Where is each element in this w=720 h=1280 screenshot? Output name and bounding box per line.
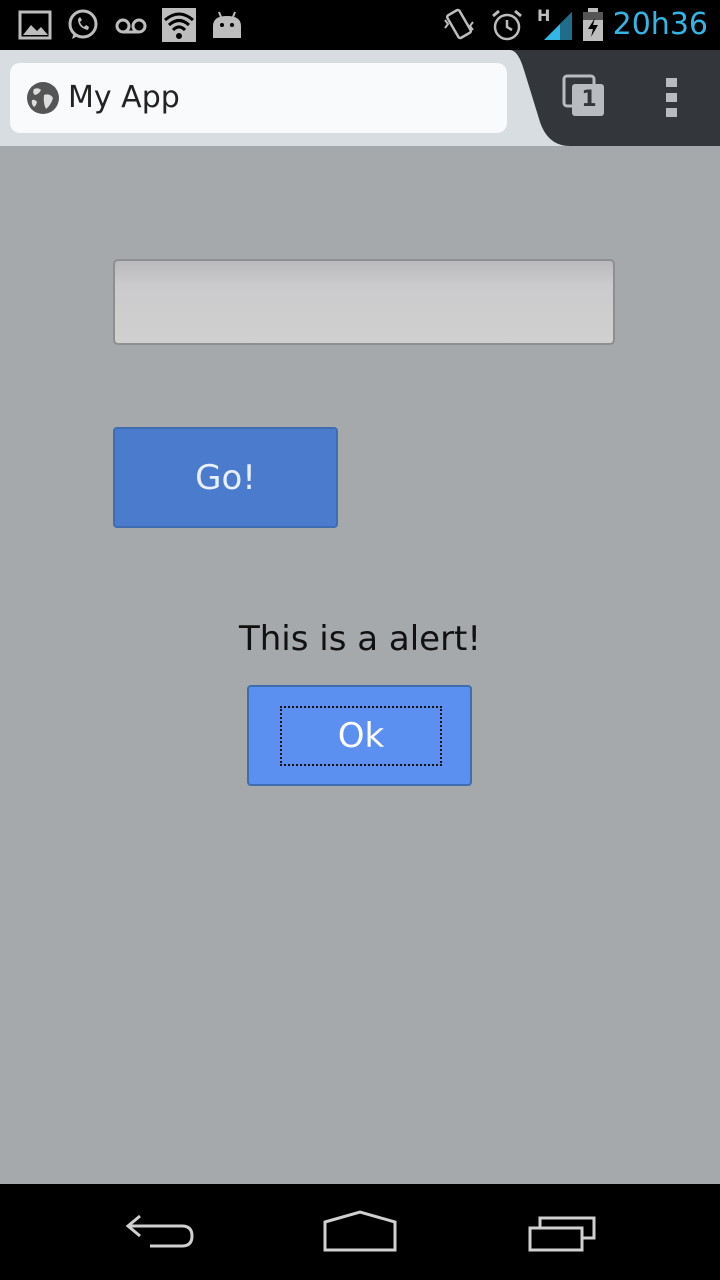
tab-count: 1 xyxy=(581,87,597,112)
text-input[interactable] xyxy=(113,259,615,345)
browser-toolbar: My App 1 xyxy=(0,50,720,146)
android-icon xyxy=(213,11,241,38)
toolbar-tab-area xyxy=(510,50,720,146)
overflow-menu-button[interactable] xyxy=(660,76,684,120)
navigation-bar xyxy=(0,1184,720,1280)
page-title: My App xyxy=(68,80,180,115)
wifi-icon xyxy=(162,8,196,42)
vibrate-icon xyxy=(444,8,474,40)
url-bar[interactable]: My App xyxy=(10,63,507,133)
back-icon xyxy=(125,1214,194,1248)
recent-apps-icon xyxy=(528,1216,596,1252)
ok-button[interactable]: Ok xyxy=(247,685,472,786)
tabs-button[interactable]: 1 xyxy=(562,74,606,118)
globe-icon xyxy=(27,82,59,114)
alert-message: This is a alert! xyxy=(238,619,482,659)
battery-charging-icon xyxy=(583,8,603,41)
home-button[interactable] xyxy=(320,1204,400,1260)
alarm-icon xyxy=(492,9,522,41)
more-vertical-icon xyxy=(666,78,677,117)
go-button[interactable]: Go! xyxy=(113,427,338,528)
signal-icon xyxy=(544,12,572,40)
whatsapp-icon xyxy=(68,9,98,39)
gallery-icon xyxy=(18,10,52,40)
back-button[interactable] xyxy=(120,1204,200,1260)
status-bar: H 20h36 xyxy=(0,0,720,50)
ok-button-label: Ok xyxy=(280,706,442,766)
voicemail-icon xyxy=(115,18,147,34)
status-clock: 20h36 xyxy=(612,7,708,42)
home-icon xyxy=(323,1210,397,1252)
recent-apps-button[interactable] xyxy=(524,1204,604,1260)
